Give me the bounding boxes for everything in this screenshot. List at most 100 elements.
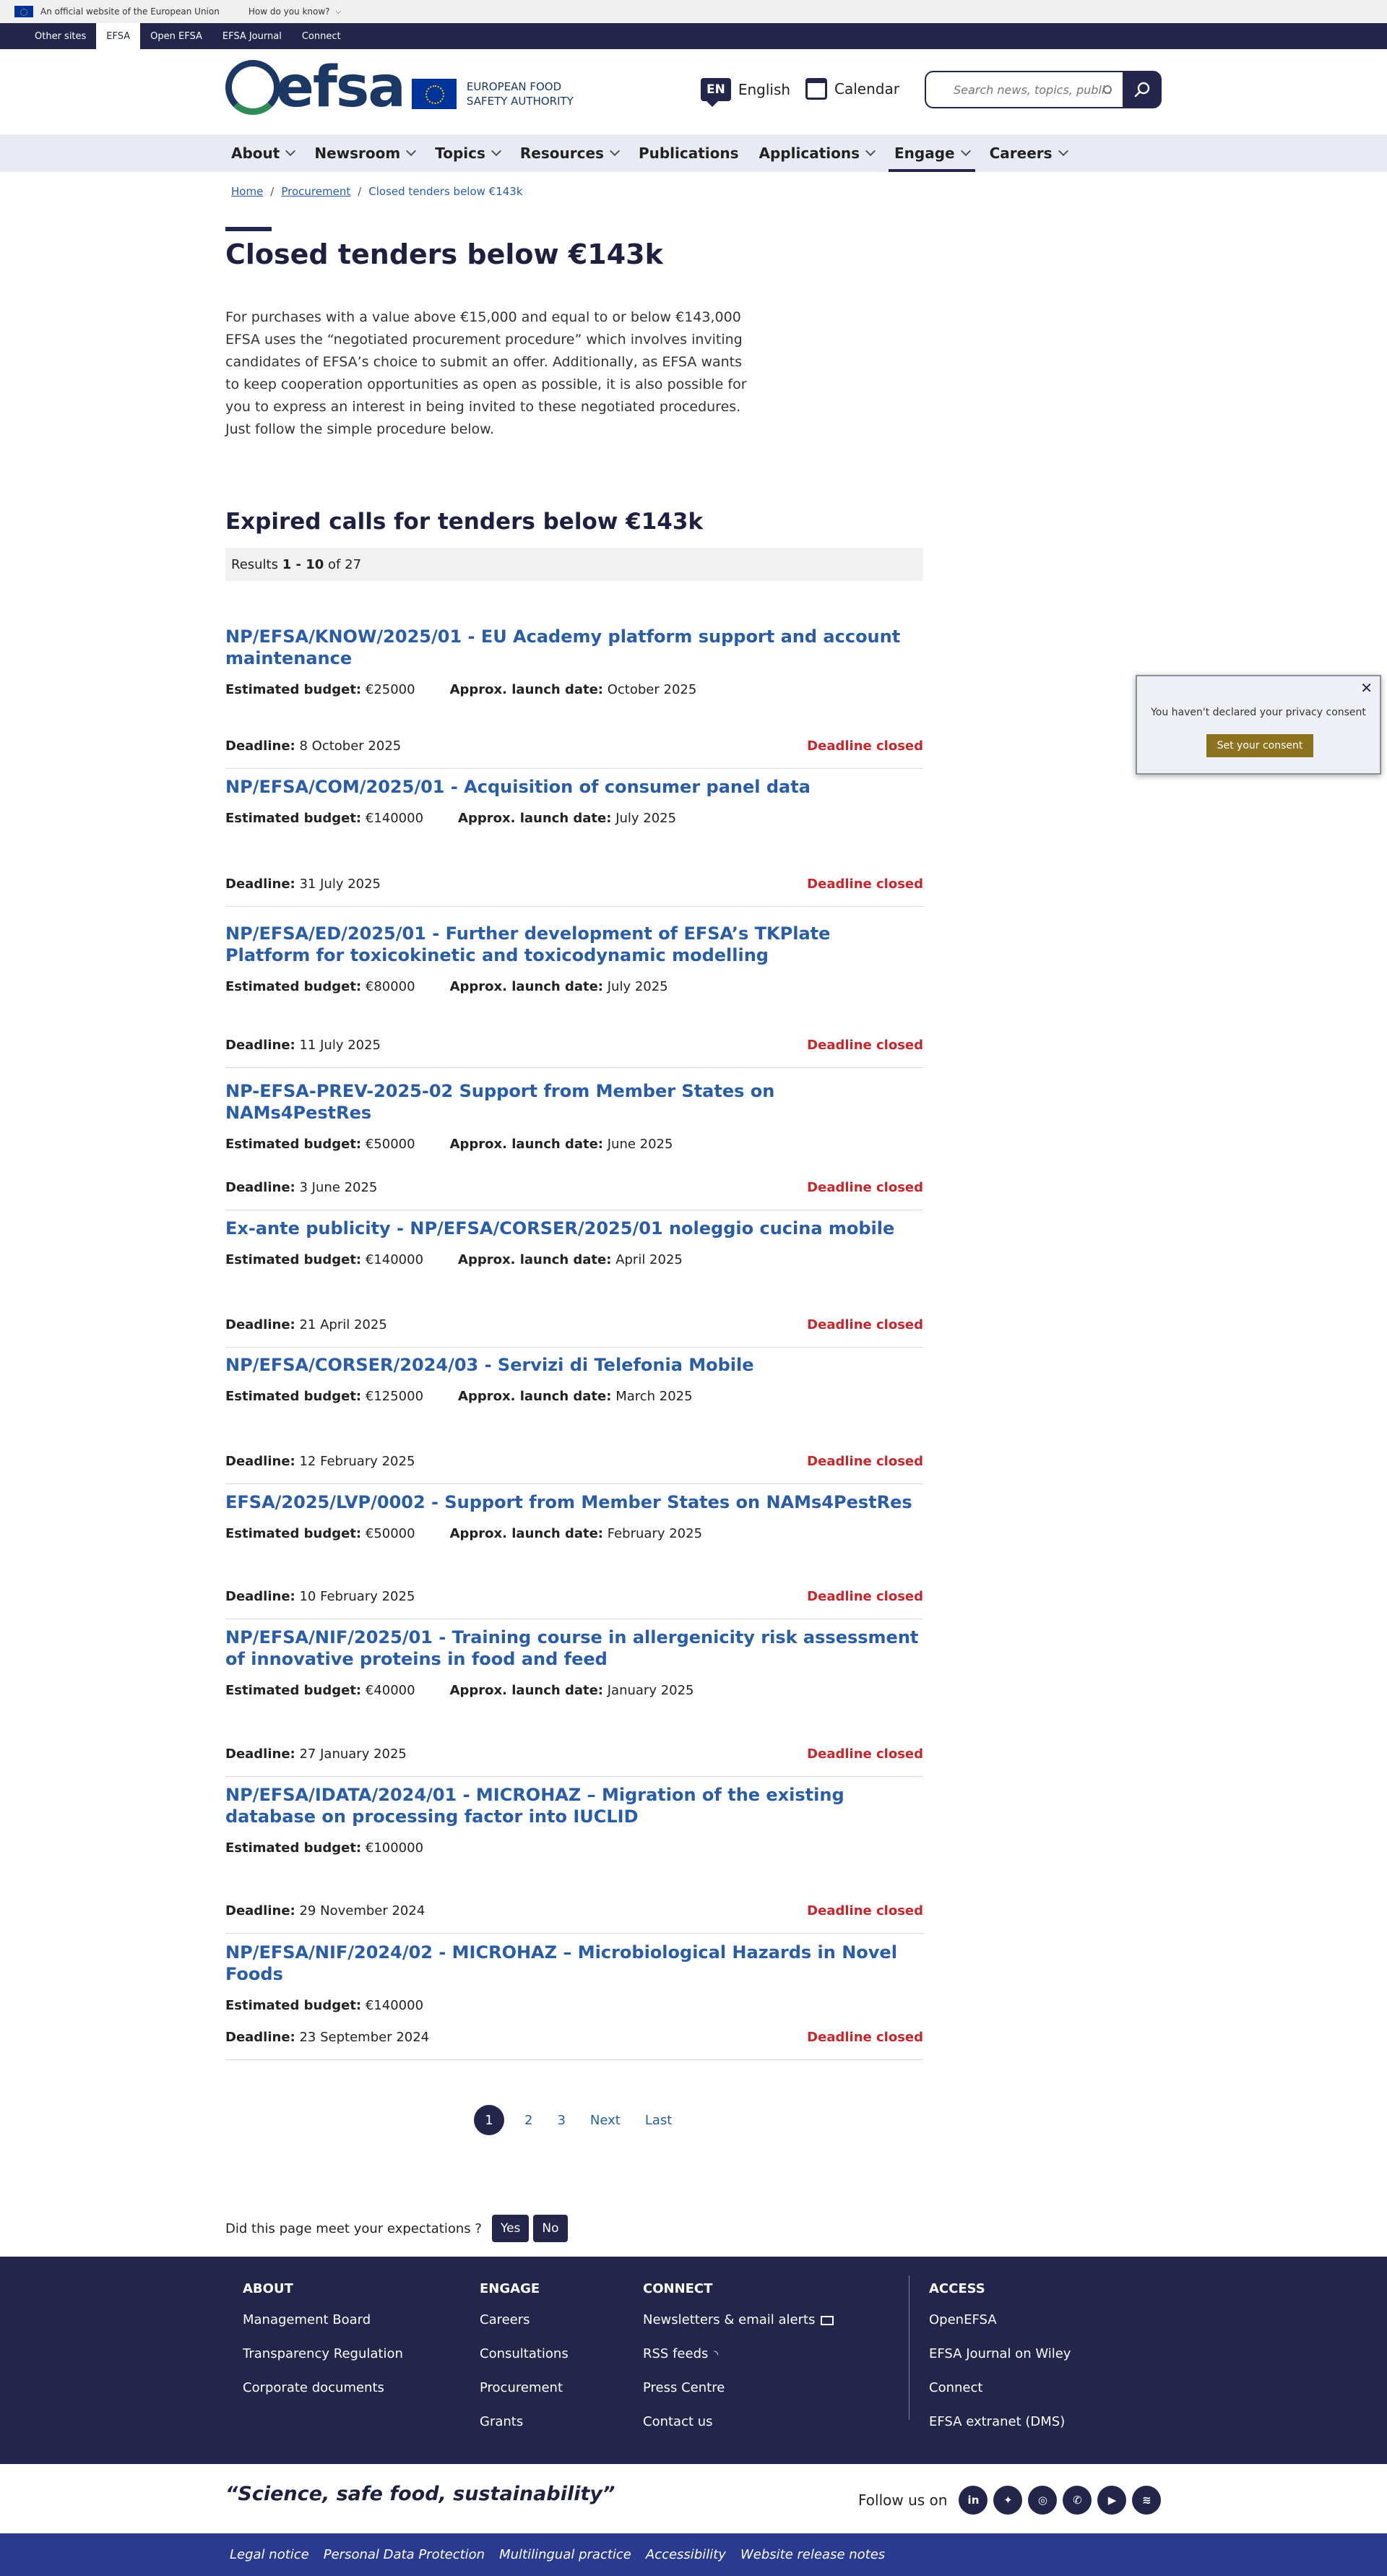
breadcrumb-home[interactable]: Home <box>231 185 263 198</box>
accessibility-link[interactable]: Accessibility <box>646 2547 726 2562</box>
tender-meta: Estimated budget: €50000 Approx. launch d… <box>225 1526 923 1541</box>
release-notes-link[interactable]: Website release notes <box>740 2547 885 2562</box>
tender-title-link[interactable]: NP/EFSA/CORSER/2024/03 - Servizi di Tele… <box>225 1354 919 1376</box>
whatsapp-icon[interactable]: ✆ <box>1063 2486 1092 2515</box>
site-other[interactable]: Other sites <box>25 23 96 49</box>
footer-link[interactable]: OpenEFSA <box>929 2311 1071 2330</box>
footer-connect: Connect Newsletters & email alerts RSS f… <box>643 2281 834 2447</box>
tender-title-link[interactable]: Ex-ante publicity - NP/EFSA/CORSER/2025/… <box>225 1218 919 1239</box>
page-1-current[interactable]: 1 <box>474 2105 504 2135</box>
deadline-closed-status: Deadline closed <box>807 1180 923 1195</box>
tender-budget: Estimated budget: €80000 <box>225 979 415 994</box>
tender-meta: Estimated budget: €25000 Approx. launch d… <box>225 682 923 697</box>
tender-title-link[interactable]: NP/EFSA/COM/2025/01 - Acquisition of con… <box>225 776 919 798</box>
nav-engage[interactable]: Engage <box>889 134 975 172</box>
page-title: Closed tenders below €143k <box>225 238 663 270</box>
footer-link[interactable]: Grants <box>480 2413 569 2431</box>
feedback-no-button[interactable]: No <box>533 2215 568 2242</box>
tender-title-link[interactable]: NP-EFSA-PREV-2025-02 Support from Member… <box>225 1080 919 1124</box>
tender-item: Ex-ante publicity - NP/EFSA/CORSER/2025/… <box>225 1218 923 1348</box>
tender-title-link[interactable]: NP/EFSA/IDATA/2024/01 - MICROHAZ – Migra… <box>225 1784 919 1827</box>
set-consent-button[interactable]: Set your consent <box>1206 734 1313 757</box>
footer-rss-link[interactable]: RSS feeds ◝ <box>643 2345 834 2364</box>
tender-deadline: Deadline: 23 September 2024 <box>225 2030 430 2045</box>
tender-meta: Estimated budget: €140000 Approx. launch … <box>225 1252 923 1267</box>
tender-title-link[interactable]: NP/EFSA/NIF/2024/02 - MICROHAZ – Microbi… <box>225 1942 919 1985</box>
bluesky-icon[interactable]: ✦ <box>993 2486 1023 2515</box>
nav-resources[interactable]: Resources <box>514 134 624 172</box>
search-input[interactable] <box>925 71 1123 108</box>
linkedin-icon[interactable]: in <box>959 2486 988 2515</box>
eu-flag-icon <box>14 6 33 17</box>
language-selector[interactable]: EN English <box>701 78 790 107</box>
tender-title-link[interactable]: EFSA/2025/LVP/0002 - Support from Member… <box>225 1491 919 1513</box>
tender-budget: Estimated budget: €40000 <box>225 1683 415 1698</box>
tender-title-link[interactable]: NP/EFSA/ED/2025/01 - Further development… <box>225 923 919 966</box>
how-do-you-know-toggle[interactable]: How do you know? ⌵ <box>249 7 341 17</box>
footer-link[interactable]: EFSA Journal on Wiley <box>929 2345 1071 2364</box>
nav-about[interactable]: About <box>225 134 300 172</box>
footer-link[interactable]: Connect <box>929 2379 1071 2398</box>
page-2[interactable]: 2 <box>520 2113 537 2128</box>
legal-bar: Legal notice Personal Data Protection Mu… <box>0 2533 1387 2576</box>
footer-link[interactable]: Press Centre <box>643 2379 834 2398</box>
feedback-yes-button[interactable]: Yes <box>491 2215 530 2242</box>
tender-launch-date: Approx. launch date: April 2025 <box>458 1252 683 1267</box>
footer: About Management Board Transparency Regu… <box>0 2257 1387 2464</box>
nav-applications[interactable]: Applications <box>753 134 880 172</box>
chevron-down-icon <box>865 145 876 157</box>
multilingual-link[interactable]: Multilingual practice <box>499 2547 631 2562</box>
sites-bar: Other sites EFSA Open EFSA EFSA Journal … <box>0 23 1387 49</box>
search-button[interactable] <box>1123 71 1162 108</box>
consent-text: You haven't declared your privacy consen… <box>1151 707 1366 718</box>
nav-publications[interactable]: Publications <box>633 134 745 172</box>
deadline-closed-status: Deadline closed <box>807 1589 923 1604</box>
follow-us: Follow us on in ✦ ◎ ✆ ▶ ≋ <box>858 2486 1162 2515</box>
tender-launch-date: Approx. launch date: February 2025 <box>449 1526 703 1541</box>
site-efsa[interactable]: EFSA <box>96 23 141 49</box>
footer-link[interactable]: Careers <box>480 2311 569 2330</box>
calendar-link[interactable]: Calendar <box>805 78 899 100</box>
breadcrumb-current: Closed tenders below €143k <box>368 185 523 198</box>
site-connect[interactable]: Connect <box>292 23 351 49</box>
tender-deadline: Deadline: 11 July 2025 <box>225 1038 381 1053</box>
legal-notice-link[interactable]: Legal notice <box>230 2547 309 2562</box>
nav-careers[interactable]: Careers <box>984 134 1073 172</box>
tender-title-link[interactable]: NP/EFSA/KNOW/2025/01 - EU Academy platfo… <box>225 626 919 669</box>
footer-link[interactable]: Management Board <box>243 2311 403 2330</box>
instagram-icon[interactable]: ◎ <box>1028 2486 1058 2515</box>
spotify-icon[interactable]: ≋ <box>1132 2486 1162 2515</box>
footer-link[interactable]: Procurement <box>480 2379 569 2398</box>
footer-link[interactable]: Corporate documents <box>243 2379 403 2398</box>
deadline-closed-status: Deadline closed <box>807 1317 923 1332</box>
footer-link[interactable]: Contact us <box>643 2413 834 2431</box>
deadline-closed-status: Deadline closed <box>807 1038 923 1053</box>
youtube-icon[interactable]: ▶ <box>1097 2486 1127 2515</box>
footer-link[interactable]: EFSA extranet (DMS) <box>929 2413 1071 2431</box>
efsa-logo[interactable]: efsa European Food Safety Authority <box>225 59 589 116</box>
data-protection-link[interactable]: Personal Data Protection <box>324 2547 485 2562</box>
footer-link[interactable]: Consultations <box>480 2345 569 2364</box>
chevron-down-icon <box>960 145 971 157</box>
footer-newsletters-link[interactable]: Newsletters & email alerts <box>643 2311 834 2330</box>
page-3[interactable]: 3 <box>553 2113 569 2128</box>
page-last[interactable]: Last <box>641 2113 677 2128</box>
tender-meta: Estimated budget: €80000 Approx. launch d… <box>225 979 923 994</box>
close-icon[interactable]: ✕ <box>1360 679 1373 697</box>
efsa-logo-mark-icon <box>225 60 280 115</box>
tender-title-link[interactable]: NP/EFSA/NIF/2025/01 - Training course in… <box>225 1627 919 1670</box>
breadcrumb-procurement[interactable]: Procurement <box>281 185 350 198</box>
site-open-efsa[interactable]: Open EFSA <box>140 23 212 49</box>
header: efsa European Food Safety Authority EN E… <box>0 49 1387 134</box>
eu-official-bar: An official website of the European Unio… <box>0 0 1387 23</box>
logo-wordmark: efsa <box>276 55 406 120</box>
breadcrumb: Home / Procurement / Closed tenders belo… <box>231 185 523 198</box>
search-clear-icon[interactable] <box>1103 85 1112 94</box>
nav-newsroom[interactable]: Newsroom <box>308 134 420 172</box>
chevron-down-icon <box>406 145 417 157</box>
slogan: “Science, safe food, sustainability” <box>225 2483 615 2505</box>
nav-topics[interactable]: Topics <box>429 134 506 172</box>
page-next[interactable]: Next <box>586 2113 625 2128</box>
footer-link[interactable]: Transparency Regulation <box>243 2345 403 2364</box>
site-efsa-journal[interactable]: EFSA Journal <box>212 23 292 49</box>
